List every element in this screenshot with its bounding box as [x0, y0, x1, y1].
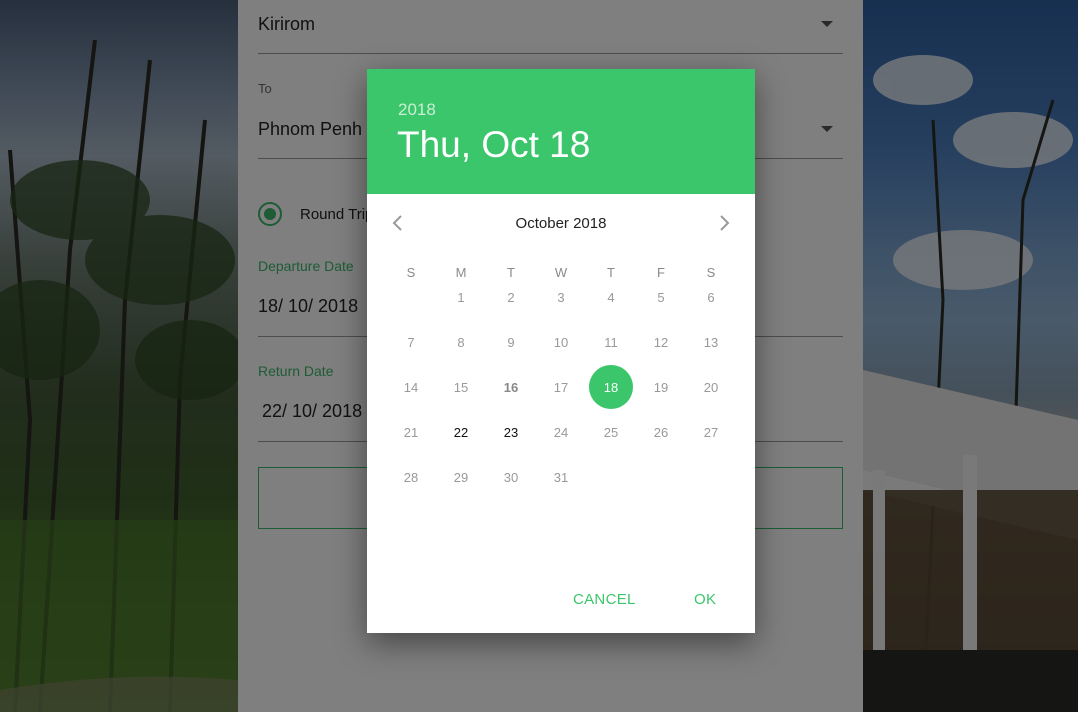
calendar-day[interactable]: 18 — [589, 365, 633, 409]
calendar-day[interactable]: 29 — [439, 455, 483, 499]
weekday-label: S — [406, 265, 416, 280]
cancel-button[interactable]: CANCEL — [573, 591, 636, 608]
calendar-day[interactable]: 25 — [589, 410, 633, 454]
header-selected-date: Thu, Oct 18 — [397, 124, 591, 165]
calendar-day[interactable]: 3 — [539, 275, 583, 319]
calendar-day[interactable]: 12 — [639, 320, 683, 364]
calendar-day[interactable]: 28 — [389, 455, 433, 499]
calendar-day[interactable]: 31 — [539, 455, 583, 499]
calendar-day[interactable]: 21 — [389, 410, 433, 454]
calendar-day[interactable]: 15 — [439, 365, 483, 409]
header-year[interactable]: 2018 — [398, 100, 436, 120]
calendar-day[interactable]: 6 — [689, 275, 733, 319]
calendar-day[interactable]: 11 — [589, 320, 633, 364]
calendar-day[interactable]: 19 — [639, 365, 683, 409]
calendar-day[interactable]: 10 — [539, 320, 583, 364]
calendar-day[interactable]: 24 — [539, 410, 583, 454]
month-title: October 2018 — [515, 215, 607, 232]
calendar-day[interactable]: 20 — [689, 365, 733, 409]
calendar-day-grid: 1 2 3 4 5 6 7 8 9 10 11 12 13 14 15 16 17 18 19 20 21 22 23 24 2… — [386, 290, 736, 522]
calendar-day[interactable]: 22 — [439, 410, 483, 454]
calendar-day[interactable]: 27 — [689, 410, 733, 454]
calendar-day[interactable]: 4 — [589, 275, 633, 319]
calendar-day[interactable]: 26 — [639, 410, 683, 454]
calendar-day[interactable]: 7 — [389, 320, 433, 364]
calendar-day[interactable]: 2 — [489, 275, 533, 319]
dialog-actions: CANCEL OK — [367, 591, 755, 613]
calendar-day[interactable]: 23 — [489, 410, 533, 454]
calendar-day[interactable]: 30 — [489, 455, 533, 499]
calendar-day[interactable]: 16 — [489, 365, 533, 409]
date-picker-header: 2018 Thu, Oct 18 — [367, 69, 755, 194]
calendar-day[interactable]: 13 — [689, 320, 733, 364]
calendar-day[interactable]: 17 — [539, 365, 583, 409]
chevron-right-icon[interactable] — [719, 215, 731, 231]
calendar-day[interactable]: 14 — [389, 365, 433, 409]
ok-button[interactable]: OK — [694, 591, 716, 608]
calendar-day[interactable]: 8 — [439, 320, 483, 364]
calendar-day[interactable]: 9 — [489, 320, 533, 364]
calendar-day[interactable]: 5 — [639, 275, 683, 319]
date-picker-dialog: 2018 Thu, Oct 18 October 2018 S M T W T … — [367, 69, 755, 633]
calendar-day[interactable]: 1 — [439, 275, 483, 319]
